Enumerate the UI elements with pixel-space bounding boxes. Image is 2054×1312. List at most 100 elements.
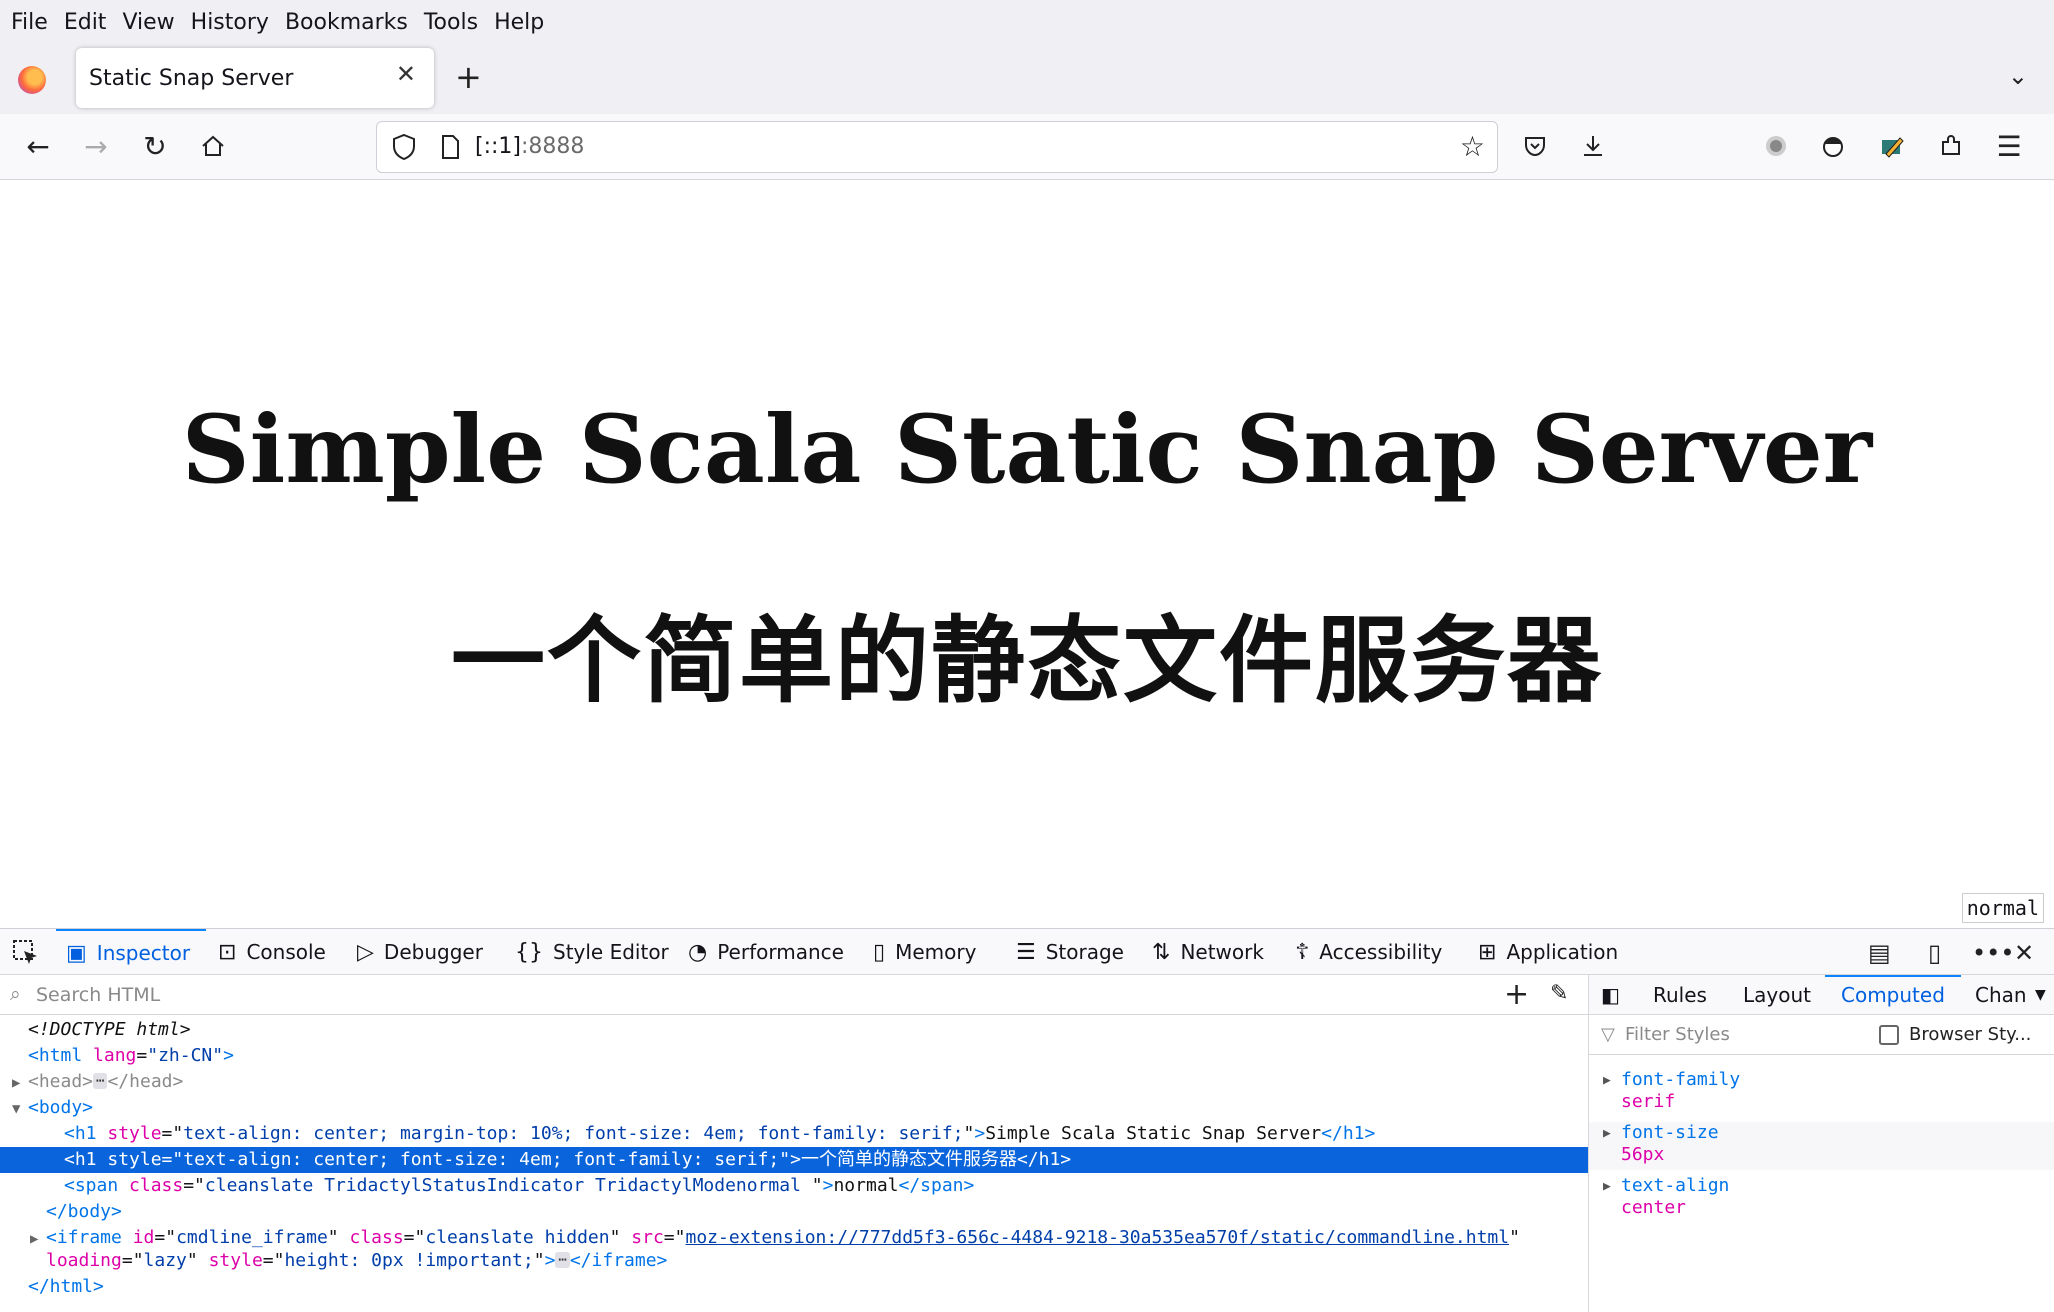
tab-application-label: Application (1506, 940, 1619, 964)
tab-inspector[interactable]: ▣ Inspector (56, 929, 206, 975)
expand-arrow-icon[interactable]: ▶ (1603, 1070, 1611, 1092)
expand-arrow-icon[interactable]: ▶ (1603, 1176, 1611, 1198)
tab-console-label: Console (246, 940, 326, 964)
devtools-toolbar: ▣ Inspector ⊡ Console ▷ Debugger {} Style Ed… (0, 929, 2054, 975)
sidebar-overflow-chevron-icon[interactable]: ▼ (2035, 987, 2046, 1003)
close-devtools-icon[interactable]: ✕ (2014, 939, 2034, 967)
tab-accessibility[interactable]: ☦ Accessibility (1295, 929, 1442, 975)
markup-line-body-close[interactable]: </body> (0, 1199, 1588, 1225)
filter-icon: ▽ (1601, 1024, 1615, 1045)
menu-bookmarks[interactable]: Bookmarks (285, 10, 408, 35)
browser-styles-checkbox[interactable] (1879, 1025, 1899, 1045)
download-icon[interactable] (1573, 126, 1613, 166)
forward-arrow-icon[interactable]: → (76, 126, 116, 166)
menu-help[interactable]: Help (494, 10, 544, 35)
tab-performance[interactable]: ◔ Performance (688, 929, 844, 975)
markup-line-html[interactable]: <html lang="zh-CN"> (0, 1043, 1588, 1069)
tridactyl-mode-indicator: normal (1961, 893, 2044, 923)
iframe-src-link[interactable]: moz-extension://777dd5f3-656c-4484-9218-… (685, 1227, 1509, 1248)
markup-line-body[interactable]: ▼ <body> (0, 1095, 1588, 1121)
property-value: center (1621, 1197, 1687, 1218)
inspector-sidebar: ◧ Rules Layout Computed Chan ▼ ▽ Filter … (1588, 975, 2054, 1312)
home-icon[interactable] (193, 126, 233, 166)
tab-network-label: Network (1180, 940, 1264, 964)
tab-debugger-label: Debugger (383, 940, 483, 964)
dock-layout-icon[interactable]: ▤ (1868, 939, 1891, 967)
tab-computed[interactable]: Computed (1841, 983, 1945, 1007)
markup-line-iframe-cont[interactable]: loading="lazy" style="height: 0px !impor… (0, 1248, 1588, 1274)
devtools-panel: ▣ Inspector ⊡ Console ▷ Debugger {} Style Ed… (0, 928, 2054, 1312)
expand-arrow-icon[interactable]: ▶ (1603, 1123, 1611, 1145)
tab-layout[interactable]: Layout (1743, 983, 1811, 1007)
responsive-design-icon[interactable]: ▯ (1928, 939, 1941, 967)
tab-debugger[interactable]: ▷ Debugger (357, 929, 483, 975)
tab-console[interactable]: ⊡ Console (218, 929, 326, 975)
tracking-shield-icon[interactable] (389, 132, 419, 162)
url-bar[interactable]: [::1]:8888 ☆ (376, 121, 1498, 173)
browser-tab[interactable]: Static Snap Server ✕ (76, 48, 434, 108)
search-html-input[interactable]: Search HTML (36, 984, 160, 1006)
add-node-button[interactable]: + (1504, 977, 1529, 1012)
markup-line-html-close[interactable]: </html> (0, 1274, 1588, 1300)
computed-tab-indicator (1825, 975, 1961, 977)
tab-storage[interactable]: ☰ Storage (1016, 929, 1124, 975)
toggle-sidebar-icon[interactable]: ◧ (1601, 983, 1620, 1007)
close-tab-icon[interactable]: ✕ (396, 60, 416, 88)
url-host: [::1] (475, 134, 521, 159)
user-avatar-icon[interactable] (1813, 126, 1853, 166)
hamburger-menu-icon[interactable]: ☰ (1989, 126, 2029, 166)
search-icon: ⌕ (10, 983, 21, 1005)
eyedropper-icon[interactable]: ✎ (1550, 981, 1568, 1006)
computed-property[interactable]: ▶ text-align center (1589, 1175, 2054, 1223)
page-info-icon[interactable] (435, 132, 465, 162)
url-port: :8888 (521, 134, 585, 159)
filter-styles-bar: ▽ Filter Styles Browser Sty... (1589, 1015, 2054, 1055)
extension-circle-icon[interactable] (1756, 126, 1796, 166)
property-value: serif (1621, 1091, 1676, 1112)
tab-style-editor[interactable]: {} Style Editor (515, 929, 669, 975)
filter-styles-input[interactable]: Filter Styles (1625, 1024, 1730, 1045)
computed-property[interactable]: ▶ font-family serif (1589, 1069, 2054, 1117)
reload-icon[interactable]: ↻ (135, 126, 175, 166)
extension-pencil-icon[interactable] (1872, 126, 1912, 166)
heading-english: Simple Scala Static Snap Server (181, 395, 1873, 505)
element-picker-icon[interactable] (12, 939, 40, 967)
tab-application[interactable]: ⊞ Application (1478, 929, 1618, 975)
more-options-icon[interactable]: ••• (1972, 939, 2014, 967)
span-class-value: cleanslate TridactylStatusIndicator Trid… (204, 1175, 812, 1196)
markup-line-doctype[interactable]: <!DOCTYPE html> (0, 1017, 1588, 1043)
computed-property[interactable]: ▶ font-size 56px (1589, 1122, 2054, 1170)
menu-history[interactable]: History (191, 10, 269, 35)
tab-rules[interactable]: Rules (1653, 983, 1707, 1007)
tab-memory[interactable]: ▯ Memory (873, 929, 976, 975)
tab-network[interactable]: ⇅ Network (1152, 929, 1264, 975)
search-html-bar: ⌕ Search HTML + ✎ (0, 975, 1588, 1015)
style-editor-icon: {} (515, 939, 543, 965)
sidebar-tabs: ◧ Rules Layout Computed Chan ▼ (1589, 975, 2054, 1015)
navigation-toolbar: ← → ↻ [::1]:8888 ☆ ☰ (0, 114, 2054, 180)
new-tab-button[interactable]: + (455, 58, 482, 96)
tab-list-chevron-icon[interactable]: ⌄ (2008, 62, 2028, 90)
tab-accessibility-label: Accessibility (1319, 940, 1443, 964)
iframe-class-value: cleanslate hidden (425, 1227, 610, 1248)
menu-file[interactable]: File (11, 10, 48, 35)
markup-line-span[interactable]: <span class="cleanslate TridactylStatusI… (0, 1173, 1588, 1199)
tab-inspector-label: Inspector (96, 941, 191, 965)
markup-line-head[interactable]: ▶ <head> ⋯ </head> (0, 1069, 1588, 1095)
tab-changes[interactable]: Chan (1975, 983, 2027, 1007)
markup-line-h1-english[interactable]: <h1 style="text-align: center; margin-to… (0, 1121, 1588, 1147)
menu-tools[interactable]: Tools (424, 10, 478, 35)
memory-icon: ▯ (873, 939, 886, 965)
markup-line-h1-chinese-selected[interactable]: <h1 style="text-align: center; font-size… (0, 1147, 1588, 1173)
back-arrow-icon[interactable]: ← (18, 126, 58, 166)
console-icon: ⊡ (218, 939, 237, 965)
menu-edit[interactable]: Edit (64, 10, 107, 35)
menu-view[interactable]: View (122, 10, 174, 35)
debugger-icon: ▷ (357, 939, 374, 965)
extensions-puzzle-icon[interactable] (1931, 126, 1971, 166)
pocket-icon[interactable] (1515, 126, 1555, 166)
performance-icon: ◔ (688, 939, 708, 965)
inspector-icon: ▣ (66, 940, 87, 966)
h1b-style-value: text-align: center; font-size: 4em; font… (183, 1149, 780, 1170)
bookmark-star-icon[interactable]: ☆ (1460, 130, 1485, 163)
